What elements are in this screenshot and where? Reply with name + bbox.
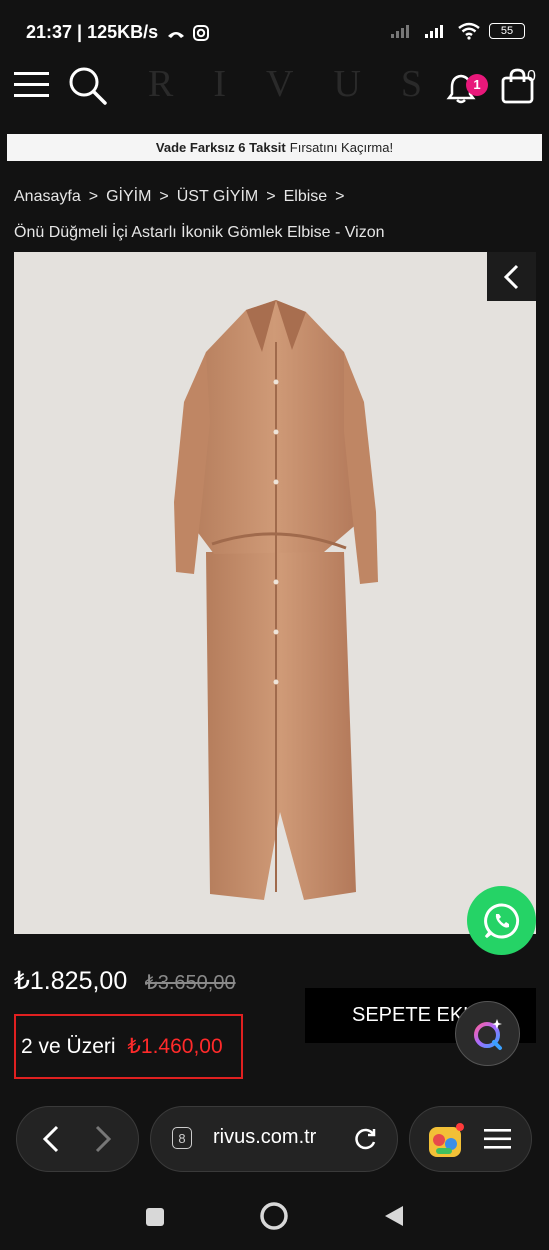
whatsapp-icon — [483, 902, 519, 938]
tab-count[interactable]: 8 — [172, 1127, 192, 1149]
search-icon[interactable] — [68, 66, 108, 111]
promo-bold-text: Vade Farksız 6 Taksit — [155, 140, 286, 155]
breadcrumb-separator: > — [266, 188, 276, 205]
promo-text: Fırsatını Kaçırma! — [289, 140, 394, 155]
cart-count: 0 — [527, 68, 536, 85]
breadcrumb-separator: > — [88, 188, 99, 205]
url-text[interactable]: rivus.com.tr — [213, 1126, 316, 1149]
status-right: 55 — [389, 22, 525, 40]
status-time: 21:37 | 125KB/s — [26, 22, 159, 42]
dress-image — [174, 300, 378, 900]
assistant-floating-button[interactable] — [455, 1001, 520, 1066]
old-price: ₺3.650,00 — [145, 972, 236, 994]
wifi-icon — [458, 22, 480, 40]
breadcrumb-separator: > — [335, 188, 345, 205]
home-icon[interactable] — [259, 1201, 289, 1236]
breadcrumb-elbise[interactable]: Elbise — [284, 188, 328, 206]
browser-nav-buttons — [16, 1106, 139, 1172]
breadcrumb-giyim[interactable]: GİYİM — [106, 188, 151, 206]
breadcrumb: Anasayfa > GİYİM > ÜST GİYİM > Elbise > — [14, 188, 345, 206]
site-logo[interactable]: RIVUS — [148, 62, 462, 106]
game-app-icon[interactable] — [426, 1122, 464, 1165]
chevron-left-icon — [503, 264, 518, 289]
gallery-back-button[interactable] — [487, 252, 536, 301]
back-icon[interactable] — [383, 1204, 405, 1233]
reload-icon[interactable] — [352, 1126, 378, 1157]
promo-banner[interactable]: Vade Farksız 6 Taksit Fırsatını Kaçırma! — [7, 134, 542, 161]
bulk-label: 2 ve Üzeri — [21, 1034, 116, 1058]
hamburger-menu-icon[interactable] — [14, 70, 50, 105]
recent-apps-icon[interactable] — [145, 1207, 165, 1232]
hamburger-menu-icon[interactable] — [484, 1127, 512, 1156]
assistant-icon — [473, 1018, 502, 1050]
browser-back-icon[interactable] — [40, 1124, 62, 1159]
notification-badge: 1 — [466, 74, 488, 96]
browser-forward-icon[interactable] — [92, 1124, 114, 1159]
missed-call-icon — [168, 25, 209, 41]
product-image[interactable] — [14, 252, 536, 934]
battery-icon: 55 — [489, 23, 525, 39]
signal-icon — [425, 25, 443, 38]
bulk-price: ₺1.460,00 — [127, 1035, 223, 1058]
product-title: Önü Düğmeli İçi Astarlı İkonik Gömlek El… — [14, 224, 385, 241]
breadcrumb-ust-giyim[interactable]: ÜST GİYİM — [177, 188, 259, 206]
current-price: ₺1.825,00 — [14, 967, 128, 995]
breadcrumb-home[interactable]: Anasayfa — [14, 188, 81, 206]
signal-weak-icon — [391, 25, 409, 38]
status-icons-left — [166, 24, 214, 47]
whatsapp-button[interactable] — [467, 886, 536, 955]
breadcrumb-separator: > — [159, 188, 169, 205]
bulk-price-box: 2 ve Üzeri ₺1.460,00 — [14, 1014, 243, 1079]
